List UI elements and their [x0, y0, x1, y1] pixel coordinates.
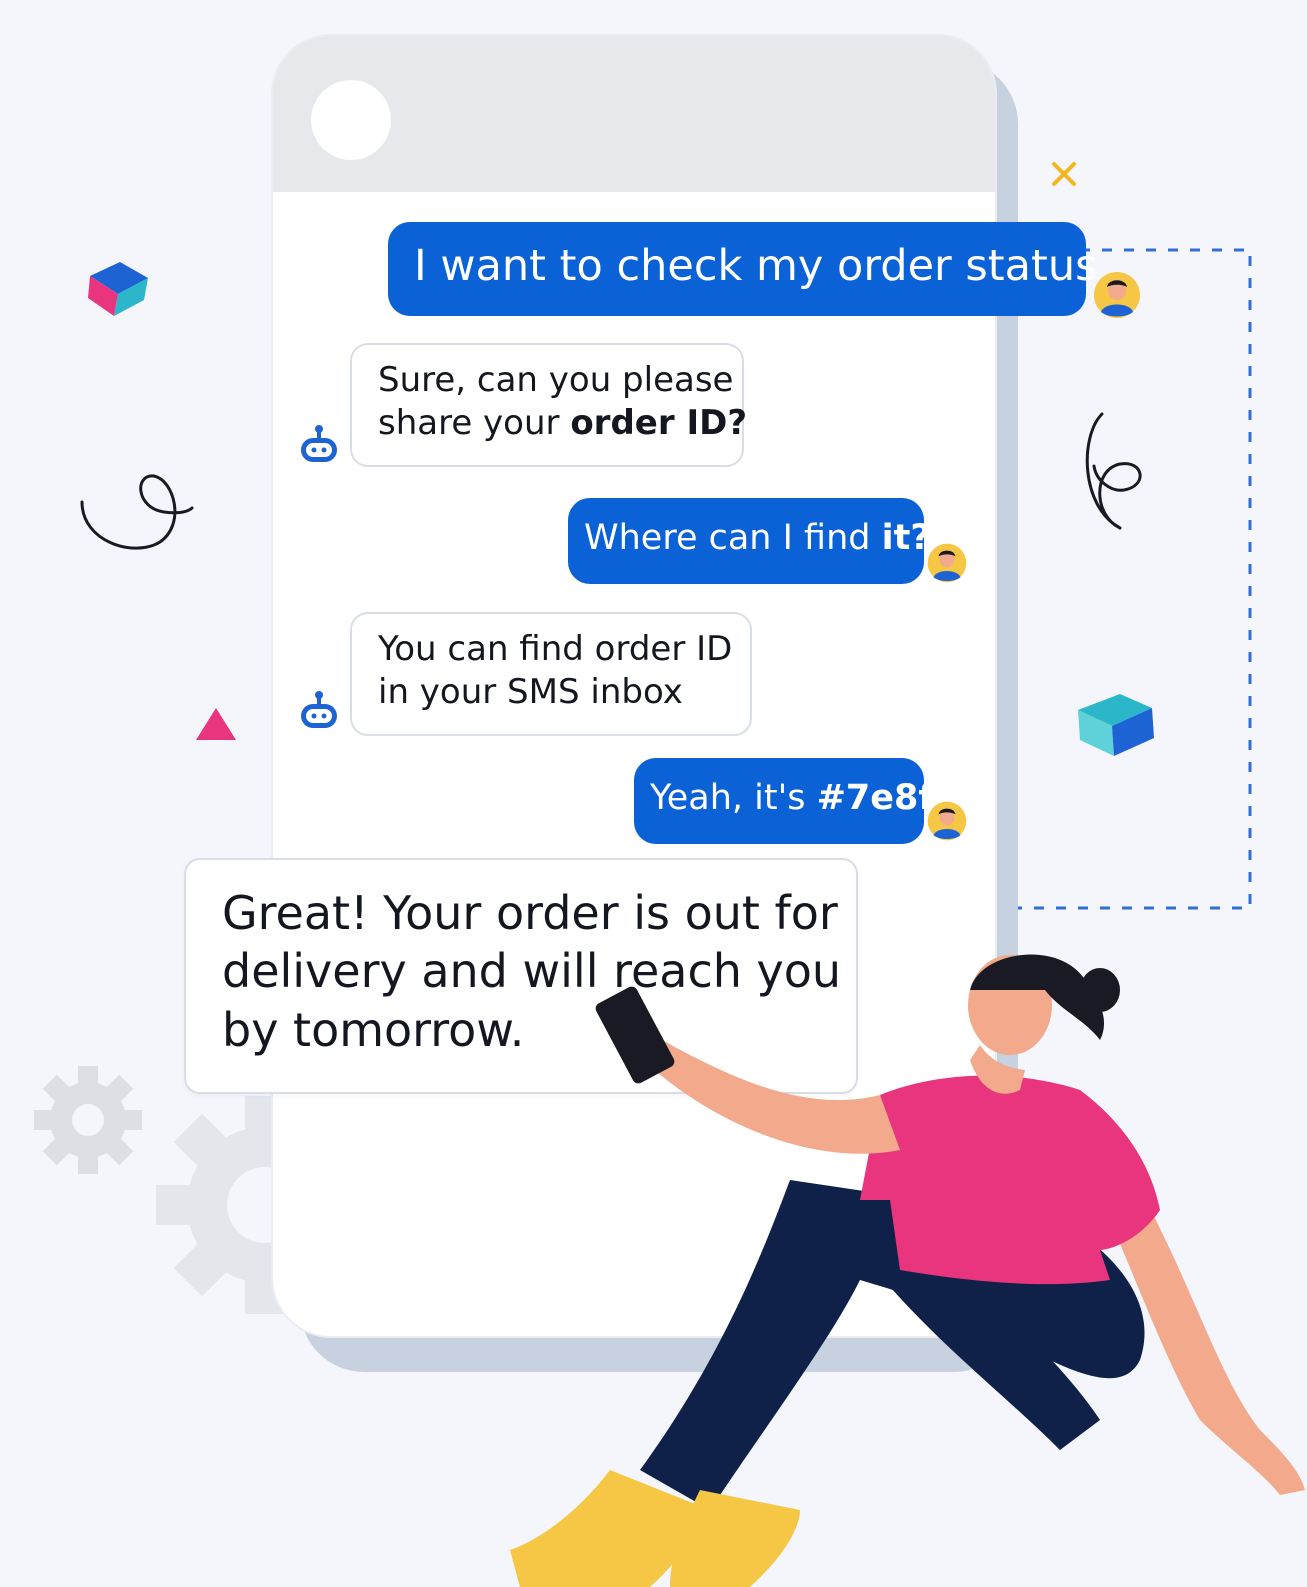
chat-header [273, 36, 995, 192]
cube-icon [88, 262, 148, 316]
squiggle-icon [1085, 412, 1142, 530]
user-avatar-icon [927, 543, 967, 583]
message-text-regular: Where can I find [584, 518, 882, 558]
user-message: Where can I find it? [568, 498, 931, 584]
message-text-bold: #7e8f [816, 778, 934, 818]
triangle-icon [196, 708, 236, 740]
cube-icon [1078, 694, 1154, 756]
message-text: You can find order ID [378, 629, 733, 669]
message-text: Sure, can you please [378, 360, 734, 400]
message-text: share your order ID? [378, 402, 747, 445]
message-text-bold: it? [881, 518, 931, 558]
woman-with-phone-illustration [510, 954, 1305, 1587]
user-avatar-icon [927, 801, 967, 841]
chatbot-icon [301, 691, 337, 728]
user-avatar-icon [1094, 272, 1140, 318]
message-text-regular: share your [378, 403, 571, 444]
bot-message: You can find order ID in your SMS inbox [350, 612, 752, 736]
message-text: I want to check my order status [414, 241, 1098, 291]
message-text-regular: Yeah, it's [650, 778, 817, 818]
user-message: Yeah, it's #7e8f [634, 758, 934, 844]
message-text: in your SMS inbox [378, 672, 683, 713]
message-text-bold: order ID? [570, 403, 748, 444]
user-message: I want to check my order status [388, 222, 1098, 316]
bot-message: Sure, can you please share your order ID… [350, 343, 747, 467]
chatbot-icon [301, 425, 337, 462]
message-text: Great! Your order is out for [222, 886, 838, 940]
gear-icon [34, 1066, 142, 1174]
cross-icon [1052, 162, 1076, 186]
avatar [311, 80, 391, 160]
squiggle-icon [80, 474, 194, 550]
